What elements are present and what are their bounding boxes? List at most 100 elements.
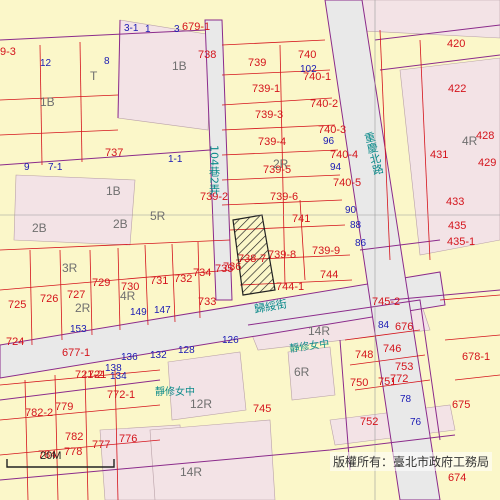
building-type-code: 1B — [106, 184, 121, 198]
house-number: 3-1 — [124, 23, 139, 34]
lot-number[interactable]: 674 — [448, 472, 466, 484]
lot-number[interactable]: 739-3 — [255, 109, 283, 121]
lot-number[interactable]: 676 — [395, 321, 413, 333]
road-label-lane: 104巷2弄 — [208, 145, 221, 196]
lot-number[interactable]: 740-2 — [310, 98, 338, 110]
building-block-north — [117, 19, 213, 131]
house-number: 136 — [121, 352, 138, 363]
lot-number[interactable]: 431 — [430, 149, 448, 161]
house-number: 7-1 — [48, 162, 63, 173]
lot-number[interactable]: 739 — [248, 57, 266, 69]
house-number: 3 — [174, 24, 180, 35]
building-type-code: 2B — [32, 221, 47, 235]
lot-number[interactable]: 731 — [150, 275, 168, 287]
lot-number[interactable]: 739-6 — [270, 191, 298, 203]
lot-number[interactable]: 428 — [476, 130, 494, 142]
lot-number[interactable]: 750 — [350, 377, 368, 389]
house-number: 153 — [70, 324, 87, 335]
house-number: 132 — [150, 350, 167, 361]
lot-number[interactable]: 9-3 — [0, 46, 16, 58]
lot-number[interactable]: 777 — [92, 439, 110, 451]
lot-number[interactable]: 429 — [478, 157, 496, 169]
building-type-code: 2R — [273, 157, 289, 171]
house-number: 128 — [178, 345, 195, 356]
lot-number[interactable]: 745-2 — [372, 296, 400, 308]
lot-number[interactable]: 739-1 — [252, 83, 280, 95]
building-type-code: 14R — [308, 324, 330, 338]
scale-label: 20M — [40, 450, 62, 462]
house-number: 90 — [345, 205, 357, 216]
building-type-code: 1B — [172, 59, 187, 73]
lot-number[interactable]: 433 — [446, 196, 464, 208]
lot-number[interactable]: 772-1 — [107, 389, 135, 401]
house-number: 1 — [145, 24, 151, 35]
lot-number[interactable]: 420 — [447, 38, 465, 50]
lot-number[interactable]: 724 — [6, 336, 24, 348]
lot-number[interactable]: 739-8 — [268, 249, 296, 261]
lot-number[interactable]: 745 — [253, 403, 271, 415]
lot-number[interactable]: 721 — [88, 369, 106, 381]
building-type-code: 2B — [113, 217, 128, 231]
lot-number[interactable]: 740-4 — [330, 149, 358, 161]
lot-number[interactable]: 435-1 — [447, 236, 475, 248]
house-number: 76 — [410, 417, 422, 428]
lot-number[interactable]: 739-9 — [312, 245, 340, 257]
lot-number[interactable]: 741 — [292, 213, 310, 225]
lot-number[interactable]: 739-4 — [258, 136, 286, 148]
building-type-code: 5R — [150, 209, 166, 223]
lot-number[interactable]: 748 — [355, 349, 373, 361]
lot-number[interactable]: 677-1 — [62, 347, 90, 359]
house-number: 86 — [355, 238, 367, 249]
house-number: 84 — [378, 320, 390, 331]
lot-number[interactable]: 776 — [119, 433, 137, 445]
lot-number[interactable]: 779 — [55, 401, 73, 413]
lot-number[interactable]: 678-1 — [462, 351, 490, 363]
lot-number[interactable]: 733 — [198, 296, 216, 308]
lot-number[interactable]: 746 — [383, 343, 401, 355]
lot-number[interactable]: 679-1 — [182, 21, 210, 33]
lot-number[interactable]: 734 — [193, 267, 211, 279]
lot-number[interactable]: 727 — [67, 289, 85, 301]
building-type-code: 12R — [190, 397, 212, 411]
lot-number[interactable]: 782-2 — [25, 407, 53, 419]
lot-number[interactable]: 744-1 — [276, 281, 304, 293]
lot-number[interactable]: 725 — [8, 299, 26, 311]
house-number: 9 — [24, 162, 30, 173]
lot-number[interactable]: 737 — [105, 147, 123, 159]
building-type-code: T — [90, 69, 98, 83]
house-number: 94 — [330, 162, 342, 173]
lot-number[interactable]: 732 — [174, 273, 192, 285]
building-type-code: 6R — [294, 365, 310, 379]
lot-number[interactable]: 729 — [92, 277, 110, 289]
lot-number[interactable]: 435 — [448, 220, 466, 232]
lot-number[interactable]: 738-7 — [238, 253, 266, 265]
lot-number[interactable]: 753 — [395, 361, 413, 373]
lot-number[interactable]: 422 — [448, 83, 466, 95]
lot-number[interactable]: 782 — [65, 431, 83, 443]
lot-number[interactable]: 772 — [390, 373, 408, 385]
building-type-code: 4R — [120, 289, 136, 303]
house-number: 102 — [300, 64, 317, 75]
lot-number[interactable]: 740-3 — [318, 124, 346, 136]
landmark-label: 靜修女中 — [155, 385, 195, 398]
building-type-code: 4R — [462, 134, 478, 148]
lot-number[interactable]: 738 — [198, 49, 216, 61]
building-type-code: 2R — [75, 301, 91, 315]
lot-number[interactable]: 736 — [223, 261, 241, 273]
lot-number[interactable]: 726 — [40, 293, 58, 305]
copyright-notice: 版權所有：臺北市政府工務局 — [329, 452, 492, 471]
lot-number[interactable]: 744 — [320, 269, 338, 281]
cadastral-map[interactable]: 679-1 738 739 740 740-1 739-1 740-2 739-3 740-3 7… — [0, 0, 500, 500]
lot-number[interactable]: 675 — [452, 399, 470, 411]
house-number: 147 — [154, 305, 171, 316]
house-number: 96 — [323, 136, 335, 147]
lot-number[interactable]: 752 — [360, 416, 378, 428]
lot-number[interactable]: 740 — [298, 49, 316, 61]
house-number: 12 — [40, 58, 52, 69]
house-number: 149 — [130, 307, 147, 318]
house-number: 134 — [110, 371, 127, 382]
building-type-code: 3R — [62, 261, 78, 275]
house-number: 1-1 — [168, 154, 183, 165]
lot-number[interactable]: 740-5 — [333, 177, 361, 189]
house-number: 88 — [350, 220, 362, 231]
